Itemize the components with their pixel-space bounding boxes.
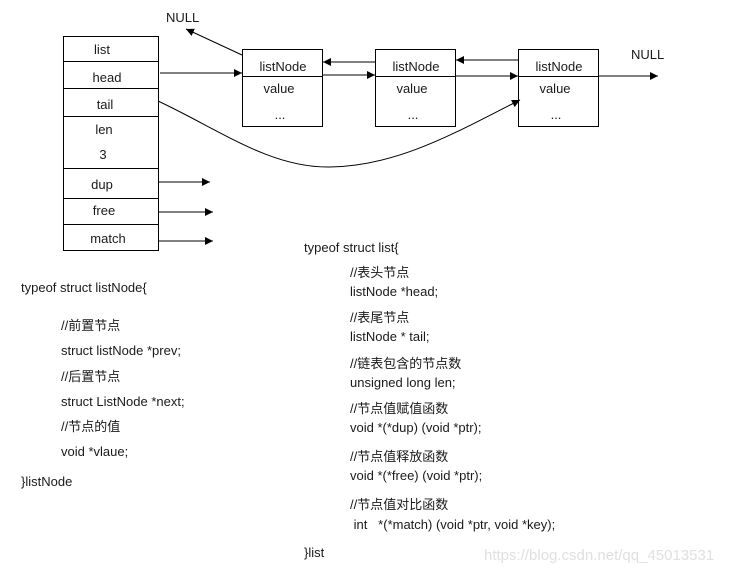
- node-more: ...: [408, 107, 419, 122]
- code-close: }list: [304, 545, 325, 560]
- code-line: listNode *head;: [350, 284, 439, 299]
- list-node-3: listNode value ...: [518, 49, 599, 127]
- prev-null-arrow: [185, 28, 243, 56]
- code-close: }listNode: [21, 474, 73, 489]
- list-struct-box: list head tail len 3 dup free match: [63, 36, 159, 251]
- node-value: value: [263, 81, 294, 96]
- code-comment: //前置节点: [61, 318, 121, 333]
- list-field-len: len: [95, 122, 112, 137]
- null-label-right: NULL: [631, 47, 664, 62]
- code-comment: //节点的值: [61, 419, 121, 434]
- node-title: listNode: [393, 59, 440, 74]
- node-title: listNode: [536, 59, 583, 74]
- code-open: typeof struct list{: [304, 240, 399, 255]
- code-comment: //后置节点: [61, 369, 121, 384]
- node-title: listNode: [260, 59, 307, 74]
- code-line: unsigned long len;: [350, 375, 456, 390]
- code-line: void *(*dup) (void *ptr);: [350, 420, 482, 435]
- list-field-match: match: [90, 231, 125, 246]
- list-field-tail: tail: [97, 97, 114, 112]
- watermark: https://blog.csdn.net/qq_45013531: [484, 547, 715, 564]
- code-comment: //表头节点: [350, 265, 410, 280]
- code-line: struct listNode *prev;: [61, 343, 181, 358]
- list-field-free: free: [93, 203, 115, 218]
- list-field-dup: dup: [91, 177, 113, 192]
- tail-pointer-arrow: [157, 99, 521, 168]
- code-line: listNode * tail;: [350, 329, 430, 344]
- list-field-len-value: 3: [99, 147, 106, 162]
- code-comment: //节点值对比函数: [350, 497, 449, 512]
- list-node-1: listNode value ...: [242, 49, 323, 127]
- node-value: value: [396, 81, 427, 96]
- code-comment: //节点值释放函数: [350, 449, 449, 464]
- list-struct-title: list: [94, 42, 110, 57]
- code-line: void *vlaue;: [61, 444, 129, 459]
- node-more: ...: [551, 107, 562, 122]
- code-line: struct ListNode *next;: [61, 394, 185, 409]
- null-label-left: NULL: [166, 10, 199, 25]
- node-value: value: [539, 81, 570, 96]
- code-line: int *(*match) (void *ptr, void *key);: [350, 517, 556, 532]
- code-comment: //表尾节点: [350, 310, 410, 325]
- code-comment: //节点值赋值函数: [350, 401, 449, 416]
- node-more: ...: [275, 107, 286, 122]
- list-node-2: listNode value ...: [375, 49, 456, 127]
- list-field-head: head: [93, 70, 122, 85]
- code-open: typeof struct listNode{: [21, 280, 147, 295]
- code-line: void *(*free) (void *ptr);: [350, 468, 483, 483]
- code-comment: //链表包含的节点数: [350, 356, 462, 371]
